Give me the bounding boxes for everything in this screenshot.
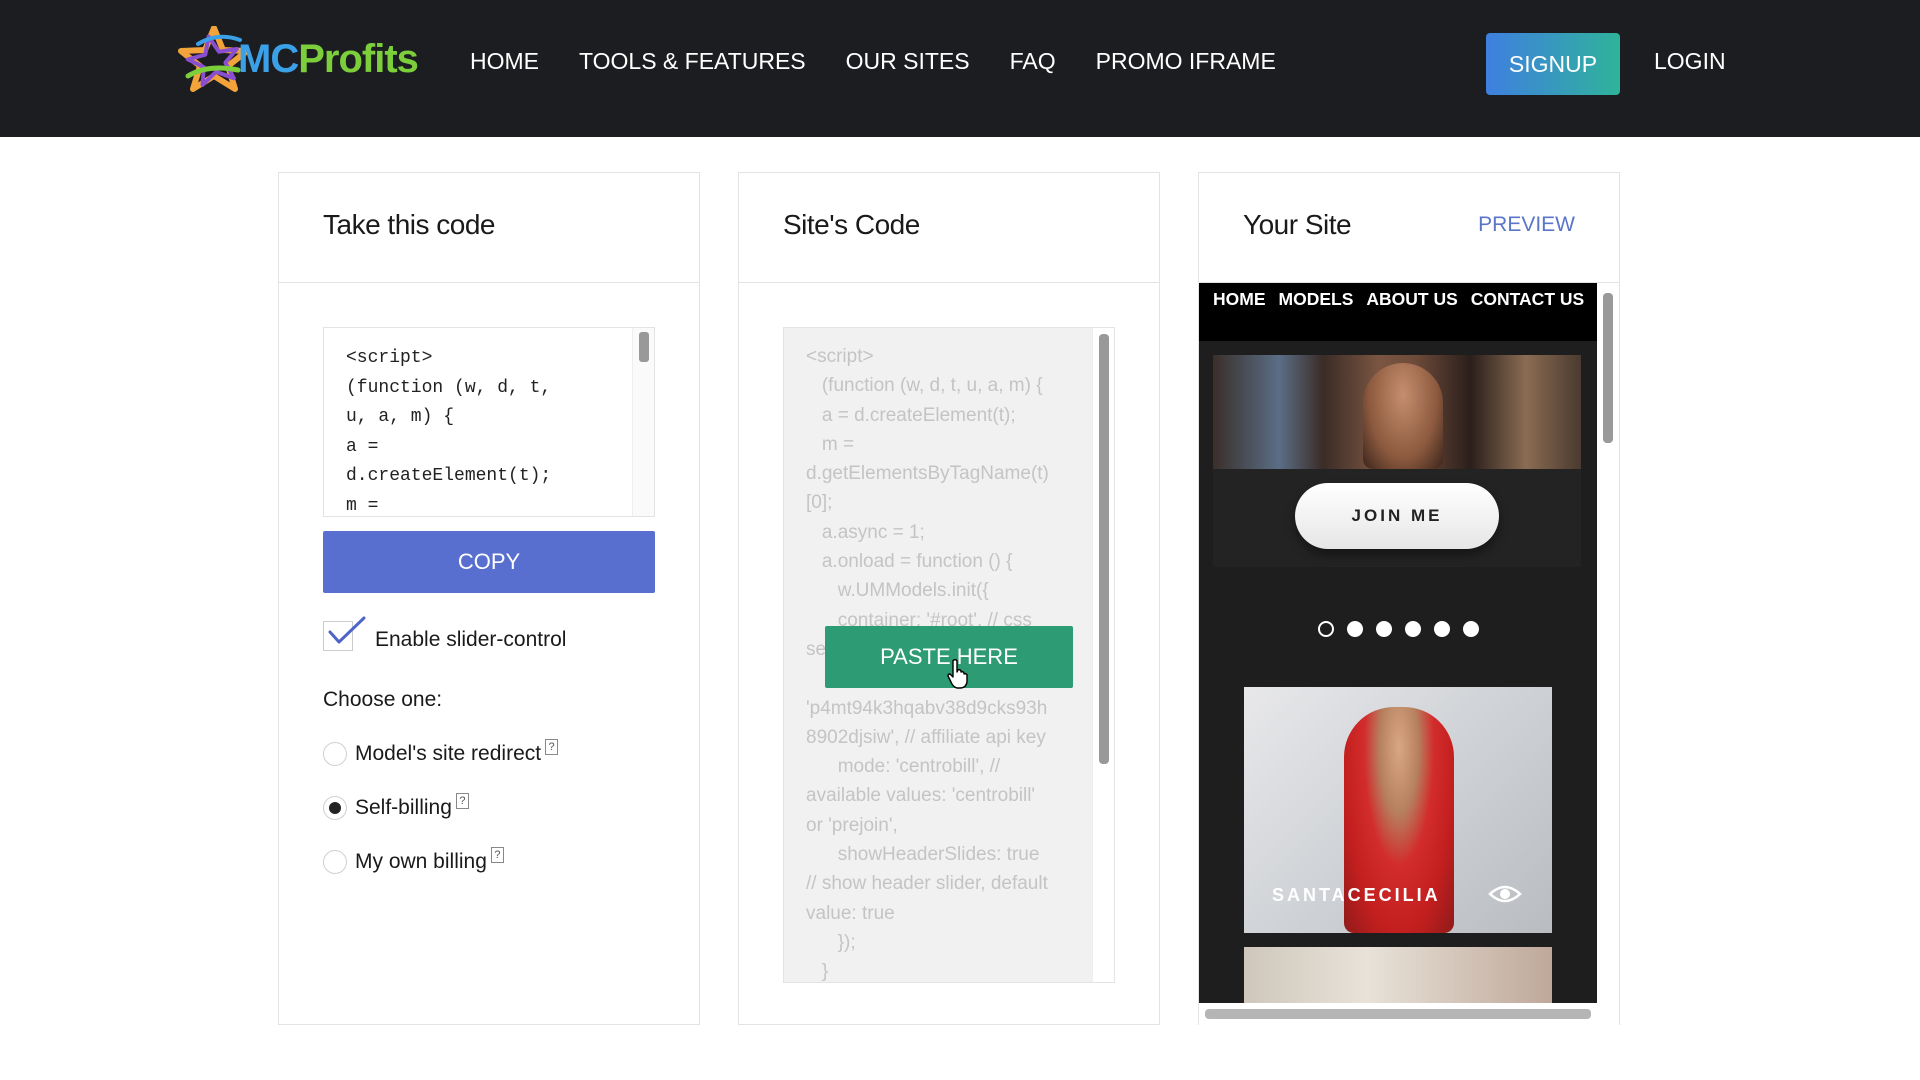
logo-wordmark: MCProfits (238, 36, 419, 82)
embed-code-text: <script> (function (w, d, t, u, a, m) { … (346, 348, 552, 516)
radio-own-billing[interactable] (323, 850, 347, 874)
panel-title: Take this code (323, 209, 496, 240)
slider-dot[interactable] (1375, 621, 1392, 637)
site-code-panel: Site's Code <script> (function (w, d, t,… (738, 172, 1160, 1025)
nav-home[interactable]: HOME (470, 48, 539, 75)
copy-button[interactable]: COPY (323, 531, 655, 593)
top-navbar: MCProfits HOME TOOLS & FEATURES OUR SITE… (0, 0, 1920, 137)
panel-header: Site's Code (739, 173, 1159, 283)
logo-profits: Profits (298, 36, 419, 81)
site-code-scrollbar[interactable] (1092, 328, 1114, 982)
preview-hscroll-thumb[interactable] (1205, 1009, 1591, 1019)
preview-nav-about[interactable]: ABOUT US (1366, 289, 1457, 341)
preview-nav-models[interactable]: MODELS (1279, 289, 1354, 341)
slider-dot[interactable] (1433, 621, 1450, 637)
mcprofits-logo[interactable]: MCProfits (178, 26, 419, 92)
model-card[interactable]: SANTACECILIA (1244, 687, 1552, 933)
enable-slider-checkbox[interactable] (323, 616, 366, 651)
eye-icon[interactable] (1488, 883, 1522, 905)
radio-label: Self-billing (355, 796, 452, 819)
enable-slider-label: Enable slider-control (375, 628, 567, 651)
nav-promo-iframe[interactable]: PROMO IFRAME (1096, 48, 1276, 75)
main-nav: HOME TOOLS & FEATURES OUR SITES FAQ PROM… (470, 48, 1316, 75)
site-preview-frame[interactable]: HOME MODELS ABOUT US CONTACT US JOIN ME … (1199, 283, 1619, 1025)
slider-dot[interactable] (1462, 621, 1479, 637)
login-link[interactable]: LOGIN (1654, 48, 1726, 75)
radio-self-billing[interactable] (323, 796, 347, 820)
nav-faq[interactable]: FAQ (1010, 48, 1056, 75)
option-self-billing[interactable]: Self-billing ? (323, 793, 469, 821)
slider-dot[interactable] (1317, 621, 1334, 637)
radio-label: Model's site redirect (355, 742, 542, 765)
model-card[interactable] (1244, 947, 1552, 1003)
option-own-billing[interactable]: My own billing ? (323, 847, 504, 875)
help-icon[interactable]: ? (455, 793, 469, 809)
banner-photo (1213, 355, 1581, 469)
preview-nav-home[interactable]: HOME (1213, 289, 1266, 341)
panel-header: Take this code (279, 173, 699, 283)
help-icon[interactable]: ? (490, 847, 504, 863)
slider-dots (1199, 621, 1597, 637)
preview-vertical-scrollbar[interactable] (1597, 283, 1619, 1003)
panel-title: Your Site (1243, 209, 1352, 240)
radio-label: My own billing (355, 850, 487, 873)
preview-link[interactable]: PREVIEW (1478, 213, 1575, 237)
code-scrollbar-thumb[interactable] (639, 332, 649, 362)
preview-nav-contact[interactable]: CONTACT US (1471, 289, 1584, 341)
radio-model-redirect[interactable] (323, 742, 347, 766)
preview-horizontal-scrollbar[interactable] (1199, 1003, 1619, 1025)
join-me-button[interactable]: JOIN ME (1295, 483, 1499, 549)
nav-our-sites[interactable]: OUR SITES (846, 48, 970, 75)
panel-header: Your Site PREVIEW (1199, 173, 1619, 283)
option-model-redirect[interactable]: Model's site redirect ? (323, 739, 559, 767)
choose-one-label: Choose one: (323, 688, 443, 711)
site-code-scrollbar-thumb[interactable] (1099, 334, 1109, 764)
your-site-panel: Your Site PREVIEW HOME MODELS ABOUT US C… (1198, 172, 1620, 1025)
paste-here-button[interactable]: PASTE HERE (825, 626, 1073, 688)
preview-viewport: HOME MODELS ABOUT US CONTACT US JOIN ME … (1199, 283, 1597, 1003)
model-name: SANTACECILIA (1272, 885, 1441, 905)
preview-site-nav: HOME MODELS ABOUT US CONTACT US (1199, 283, 1597, 341)
code-scrollbar[interactable] (632, 328, 654, 516)
panel-title: Site's Code (783, 209, 920, 240)
preview-vscroll-thumb[interactable] (1603, 293, 1613, 443)
take-code-panel: Take this code <script> (function (w, d,… (278, 172, 700, 1025)
checkmark-icon (328, 616, 366, 644)
slider-dot[interactable] (1404, 621, 1421, 637)
signup-button[interactable]: SIGNUP (1486, 33, 1620, 95)
slider-dot[interactable] (1346, 621, 1363, 637)
preview-banner-slide: JOIN ME (1213, 355, 1581, 567)
embed-code-textarea[interactable]: <script> (function (w, d, t, u, a, m) { … (323, 327, 655, 517)
nav-tools-features[interactable]: TOOLS & FEATURES (579, 48, 806, 75)
help-icon[interactable]: ? (545, 739, 559, 755)
logo-mc: MC (238, 36, 299, 81)
